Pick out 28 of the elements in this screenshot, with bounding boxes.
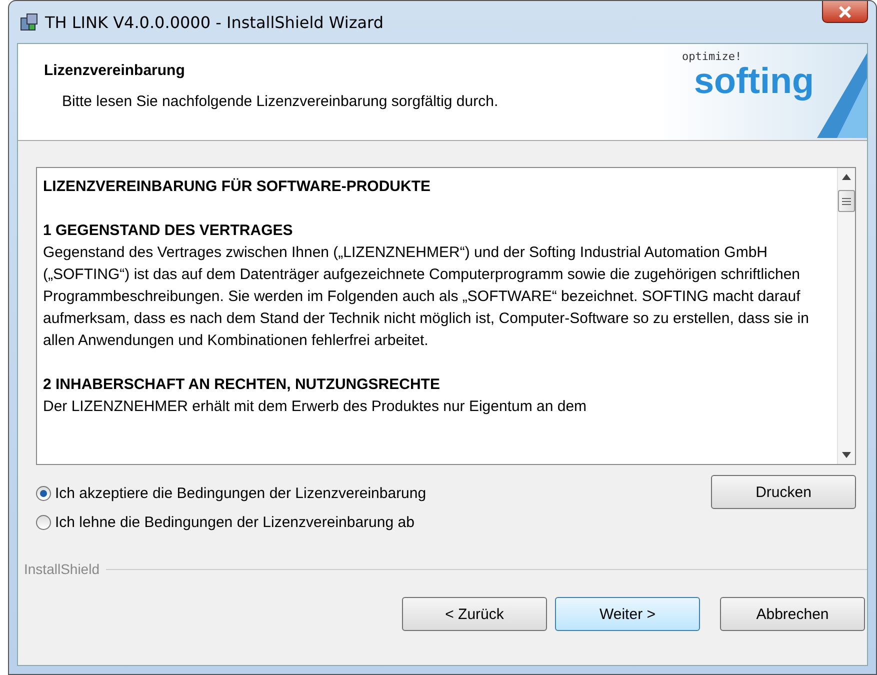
close-button[interactable] bbox=[822, 1, 868, 23]
close-icon bbox=[838, 4, 852, 18]
section-heading: 1 GEGENSTAND DES VERTRAGES bbox=[43, 221, 294, 241]
scroll-thumb[interactable] bbox=[838, 190, 855, 212]
license-text-box[interactable] bbox=[36, 167, 856, 465]
grip-icon bbox=[842, 196, 851, 206]
logo-wordmark: softing bbox=[694, 63, 815, 99]
installer-icon bbox=[19, 12, 39, 32]
wizard-button[interactable]: Abbrechen bbox=[720, 597, 865, 631]
scroll-down-icon bbox=[842, 452, 851, 458]
license-paragraph: Gegenstand des Vertrages zwischen Ihnen („LIZENZNEHMER“) und der Softing Industrial Automation GmbH („SOFTING“) ist das auf dem Datenträger aufgezeichnete Computerprogramm sowie die zugehörigen schriftlichen Programmbeschreibungen. Sie werden im Folgenden auch als „SOFTWARE“ bezeichnet. SOFTING macht darauf aufmerksam, dass es nach dem Stand der Technik nicht möglich ist, Computer-Software so zu erstellen, dass sie in allen Anwendungen und Kombinationen fehlerfrei arbeitet. bbox=[43, 243, 810, 351]
section-heading: LIZENZVEREINBARUNG FÜR SOFTWARE-PRODUKTE bbox=[43, 177, 432, 197]
radio-button[interactable] bbox=[36, 515, 51, 530]
scrollbar[interactable] bbox=[837, 168, 855, 464]
page-subtitle: Bitte lesen Sie nachfolgende Lizenzvereinbarung sorgfältig durch. bbox=[61, 93, 498, 110]
license-paragraph: Der LIZENZNEHMER erhält mit dem Erwerb des Produktes nur Eigentum an dem bbox=[43, 397, 588, 417]
radio-label[interactable]: Ich lehne die Bedingungen der Lizenzvereinbarung ab bbox=[55, 514, 414, 531]
scroll-up-icon bbox=[842, 174, 851, 180]
logo-tagline: optimize! bbox=[682, 50, 743, 63]
group-label: InstallShield bbox=[24, 561, 100, 577]
window-title: TH LINK V4.0.0.0000 - InstallShield Wizard bbox=[45, 12, 384, 32]
wizard-button[interactable]: < Zurück bbox=[402, 597, 547, 631]
page-title: Lizenzvereinbarung bbox=[44, 62, 186, 79]
print-button[interactable]: Drucken bbox=[711, 475, 856, 509]
wizard-button[interactable]: Weiter > bbox=[555, 597, 700, 631]
section-heading: 2 INHABERSCHAFT AN RECHTEN, NUTZUNGSRECHTE bbox=[43, 375, 441, 395]
radio-button[interactable] bbox=[36, 486, 51, 501]
radio-label[interactable]: Ich akzeptiere die Bedingungen der Lizenzvereinbarung bbox=[55, 485, 426, 502]
